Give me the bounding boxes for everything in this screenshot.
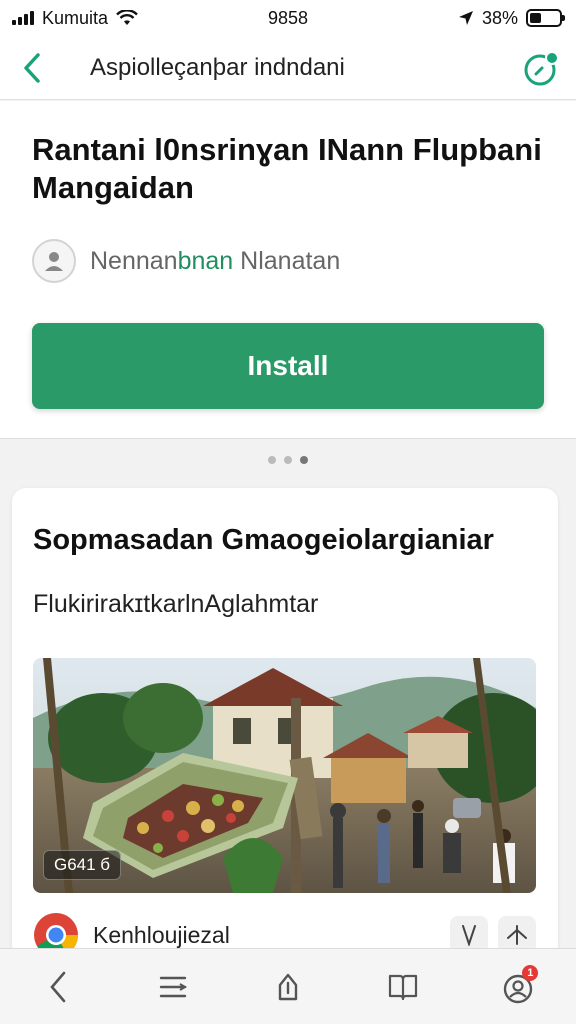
carousel-dot[interactable] xyxy=(268,456,276,464)
nav-menu-button[interactable] xyxy=(143,957,203,1017)
menu-icon xyxy=(159,976,187,997)
card-title: Sopmasadan Gmaogeiolargianiar xyxy=(33,524,494,556)
image-badge: G641 б xyxy=(43,850,122,880)
developer-name: Nennanbnan Nlanatan xyxy=(90,247,340,276)
nav-back-button[interactable] xyxy=(28,957,88,1017)
card-subtitle: FlukirirakɪtkarlnAglahmtar xyxy=(33,590,319,618)
page-title: Aspiolleçanþar indndani xyxy=(90,53,345,81)
nav-header: Aspiolleçanþar indndani xyxy=(0,36,576,100)
battery-icon xyxy=(526,9,565,27)
thumbs-up-icon xyxy=(507,925,527,945)
carrier-name: Kumuita xyxy=(42,7,109,28)
install-button[interactable]: Install xyxy=(32,323,544,409)
developer-row[interactable]: Nennanbnan Nlanatan xyxy=(32,239,340,283)
signal-icon xyxy=(12,11,34,25)
source-name: Kenhloujiezal xyxy=(93,921,230,948)
share-icon xyxy=(278,973,298,1000)
content-card[interactable]: Sopmasadan Gmaogeiolargianiar Flukirirak… xyxy=(12,488,558,958)
location-arrow-icon xyxy=(458,11,473,25)
notification-badge: 1 xyxy=(522,964,539,981)
developer-prefix: Nennanbnan xyxy=(90,246,234,275)
card-image[interactable]: G641 б xyxy=(33,658,536,893)
status-time: 9858 xyxy=(267,7,309,28)
compass-icon xyxy=(524,51,559,86)
nav-share-button[interactable] xyxy=(258,957,318,1017)
battery-fill xyxy=(530,13,541,23)
nav-bookmarks-button[interactable] xyxy=(373,957,433,1017)
nav-profile-button[interactable]: 1 xyxy=(488,957,548,1017)
person-icon xyxy=(45,252,63,271)
developer-suffix: Nlanatan xyxy=(240,246,341,275)
carousel-dot[interactable] xyxy=(284,456,292,464)
back-button[interactable] xyxy=(0,36,64,100)
back-icon xyxy=(49,971,65,1002)
status-left: Kumuita xyxy=(12,8,138,29)
developer-avatar xyxy=(32,239,76,283)
carousel-dots xyxy=(0,456,576,464)
status-right: 38% xyxy=(458,7,565,29)
app-info-section: Rantani l0nsrinɣan INann Flupbani Mangai… xyxy=(0,101,576,439)
carousel-dot[interactable] xyxy=(300,456,308,464)
app-title: Rantani l0nsrinɣan INann Flupbani Mangai… xyxy=(32,132,542,205)
thumbs-down-icon xyxy=(462,925,476,946)
developer-highlight: bnan xyxy=(177,246,234,275)
compass-button[interactable] xyxy=(522,50,560,88)
bookmarks-icon xyxy=(389,974,418,1000)
bottom-nav: 1 xyxy=(0,948,576,1024)
chevron-left-icon xyxy=(24,52,40,83)
battery-percent: 38% xyxy=(481,7,518,28)
status-bar: Kumuita 9858 38% xyxy=(0,0,576,36)
wifi-icon xyxy=(116,10,138,25)
